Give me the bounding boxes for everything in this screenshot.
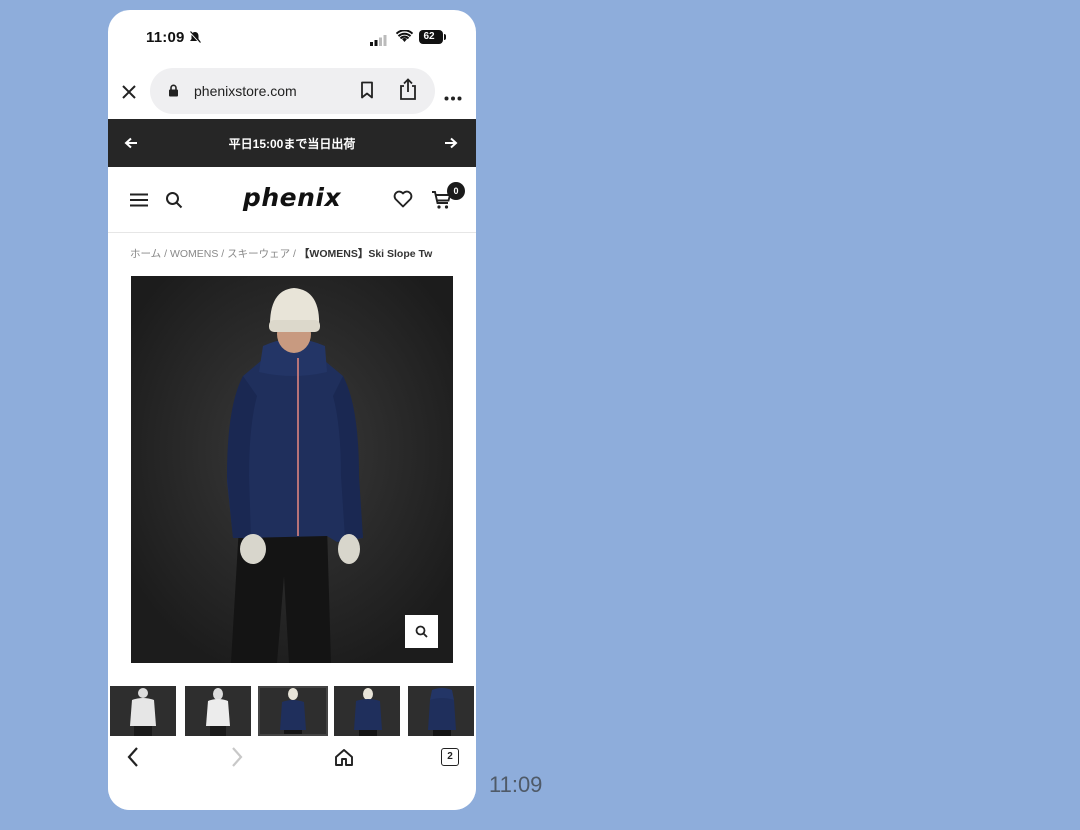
browser-address-bar: phenixstore.com <box>108 68 476 118</box>
bookmark-icon[interactable] <box>360 81 374 104</box>
breadcrumb-womens[interactable]: WOMENS <box>170 248 218 260</box>
more-options-icon[interactable] <box>444 88 462 106</box>
announcement-bar: 平日15:00まで当日出荷 <box>108 119 476 167</box>
thumbnail-2[interactable] <box>185 686 251 736</box>
breadcrumb-current: 【WOMENS】Ski Slope Tw <box>298 248 433 260</box>
site-header: phenix 0 <box>108 168 476 233</box>
battery-icon: 62 <box>419 30 446 44</box>
arrow-right-icon[interactable] <box>444 136 458 154</box>
phenix-logo[interactable]: phenix <box>108 183 476 212</box>
breadcrumb: ホーム / WOMENS / スキーウェア / 【WOMENS】Ski Slop… <box>130 248 433 260</box>
back-chevron-icon[interactable] <box>126 746 140 773</box>
announcement-text: 平日15:00まで当日出荷 <box>228 137 356 151</box>
breadcrumb-home[interactable]: ホーム <box>130 248 161 260</box>
wifi-icon <box>395 29 414 48</box>
status-time: 11:09 <box>146 29 185 46</box>
battery-level: 62 <box>423 31 435 42</box>
zoom-search-icon <box>415 625 428 638</box>
message-timestamp: 11:09 <box>489 772 543 797</box>
thumbnail-strip <box>108 686 476 736</box>
lock-icon <box>168 84 179 102</box>
url-text: phenixstore.com <box>194 83 297 99</box>
forward-chevron-icon[interactable] <box>230 746 244 773</box>
phone-screenshot: 11:09 62 phenixstore.com 平日15:00まで当日出荷 p… <box>108 10 476 810</box>
home-icon[interactable] <box>334 748 354 772</box>
cellular-signal-icon <box>370 33 388 51</box>
browser-bottom-toolbar: 2 <box>108 736 476 810</box>
wishlist-heart-icon[interactable] <box>393 190 413 213</box>
tabs-count-icon[interactable]: 2 <box>441 748 459 766</box>
status-bar: 11:09 62 <box>108 10 476 68</box>
product-main-image[interactable] <box>131 276 453 663</box>
url-field[interactable]: phenixstore.com <box>150 68 435 114</box>
share-icon[interactable] <box>398 78 418 106</box>
thumbnail-1[interactable] <box>110 686 176 736</box>
bell-muted-icon <box>189 31 201 49</box>
breadcrumb-ski-wear[interactable]: スキーウェア <box>227 248 290 260</box>
thumbnail-3[interactable] <box>258 686 328 736</box>
close-icon[interactable] <box>120 83 138 101</box>
thumbnail-5[interactable] <box>408 686 474 736</box>
zoom-button[interactable] <box>405 615 438 648</box>
cart-count-badge: 0 <box>447 182 465 200</box>
thumbnail-4[interactable] <box>334 686 400 736</box>
